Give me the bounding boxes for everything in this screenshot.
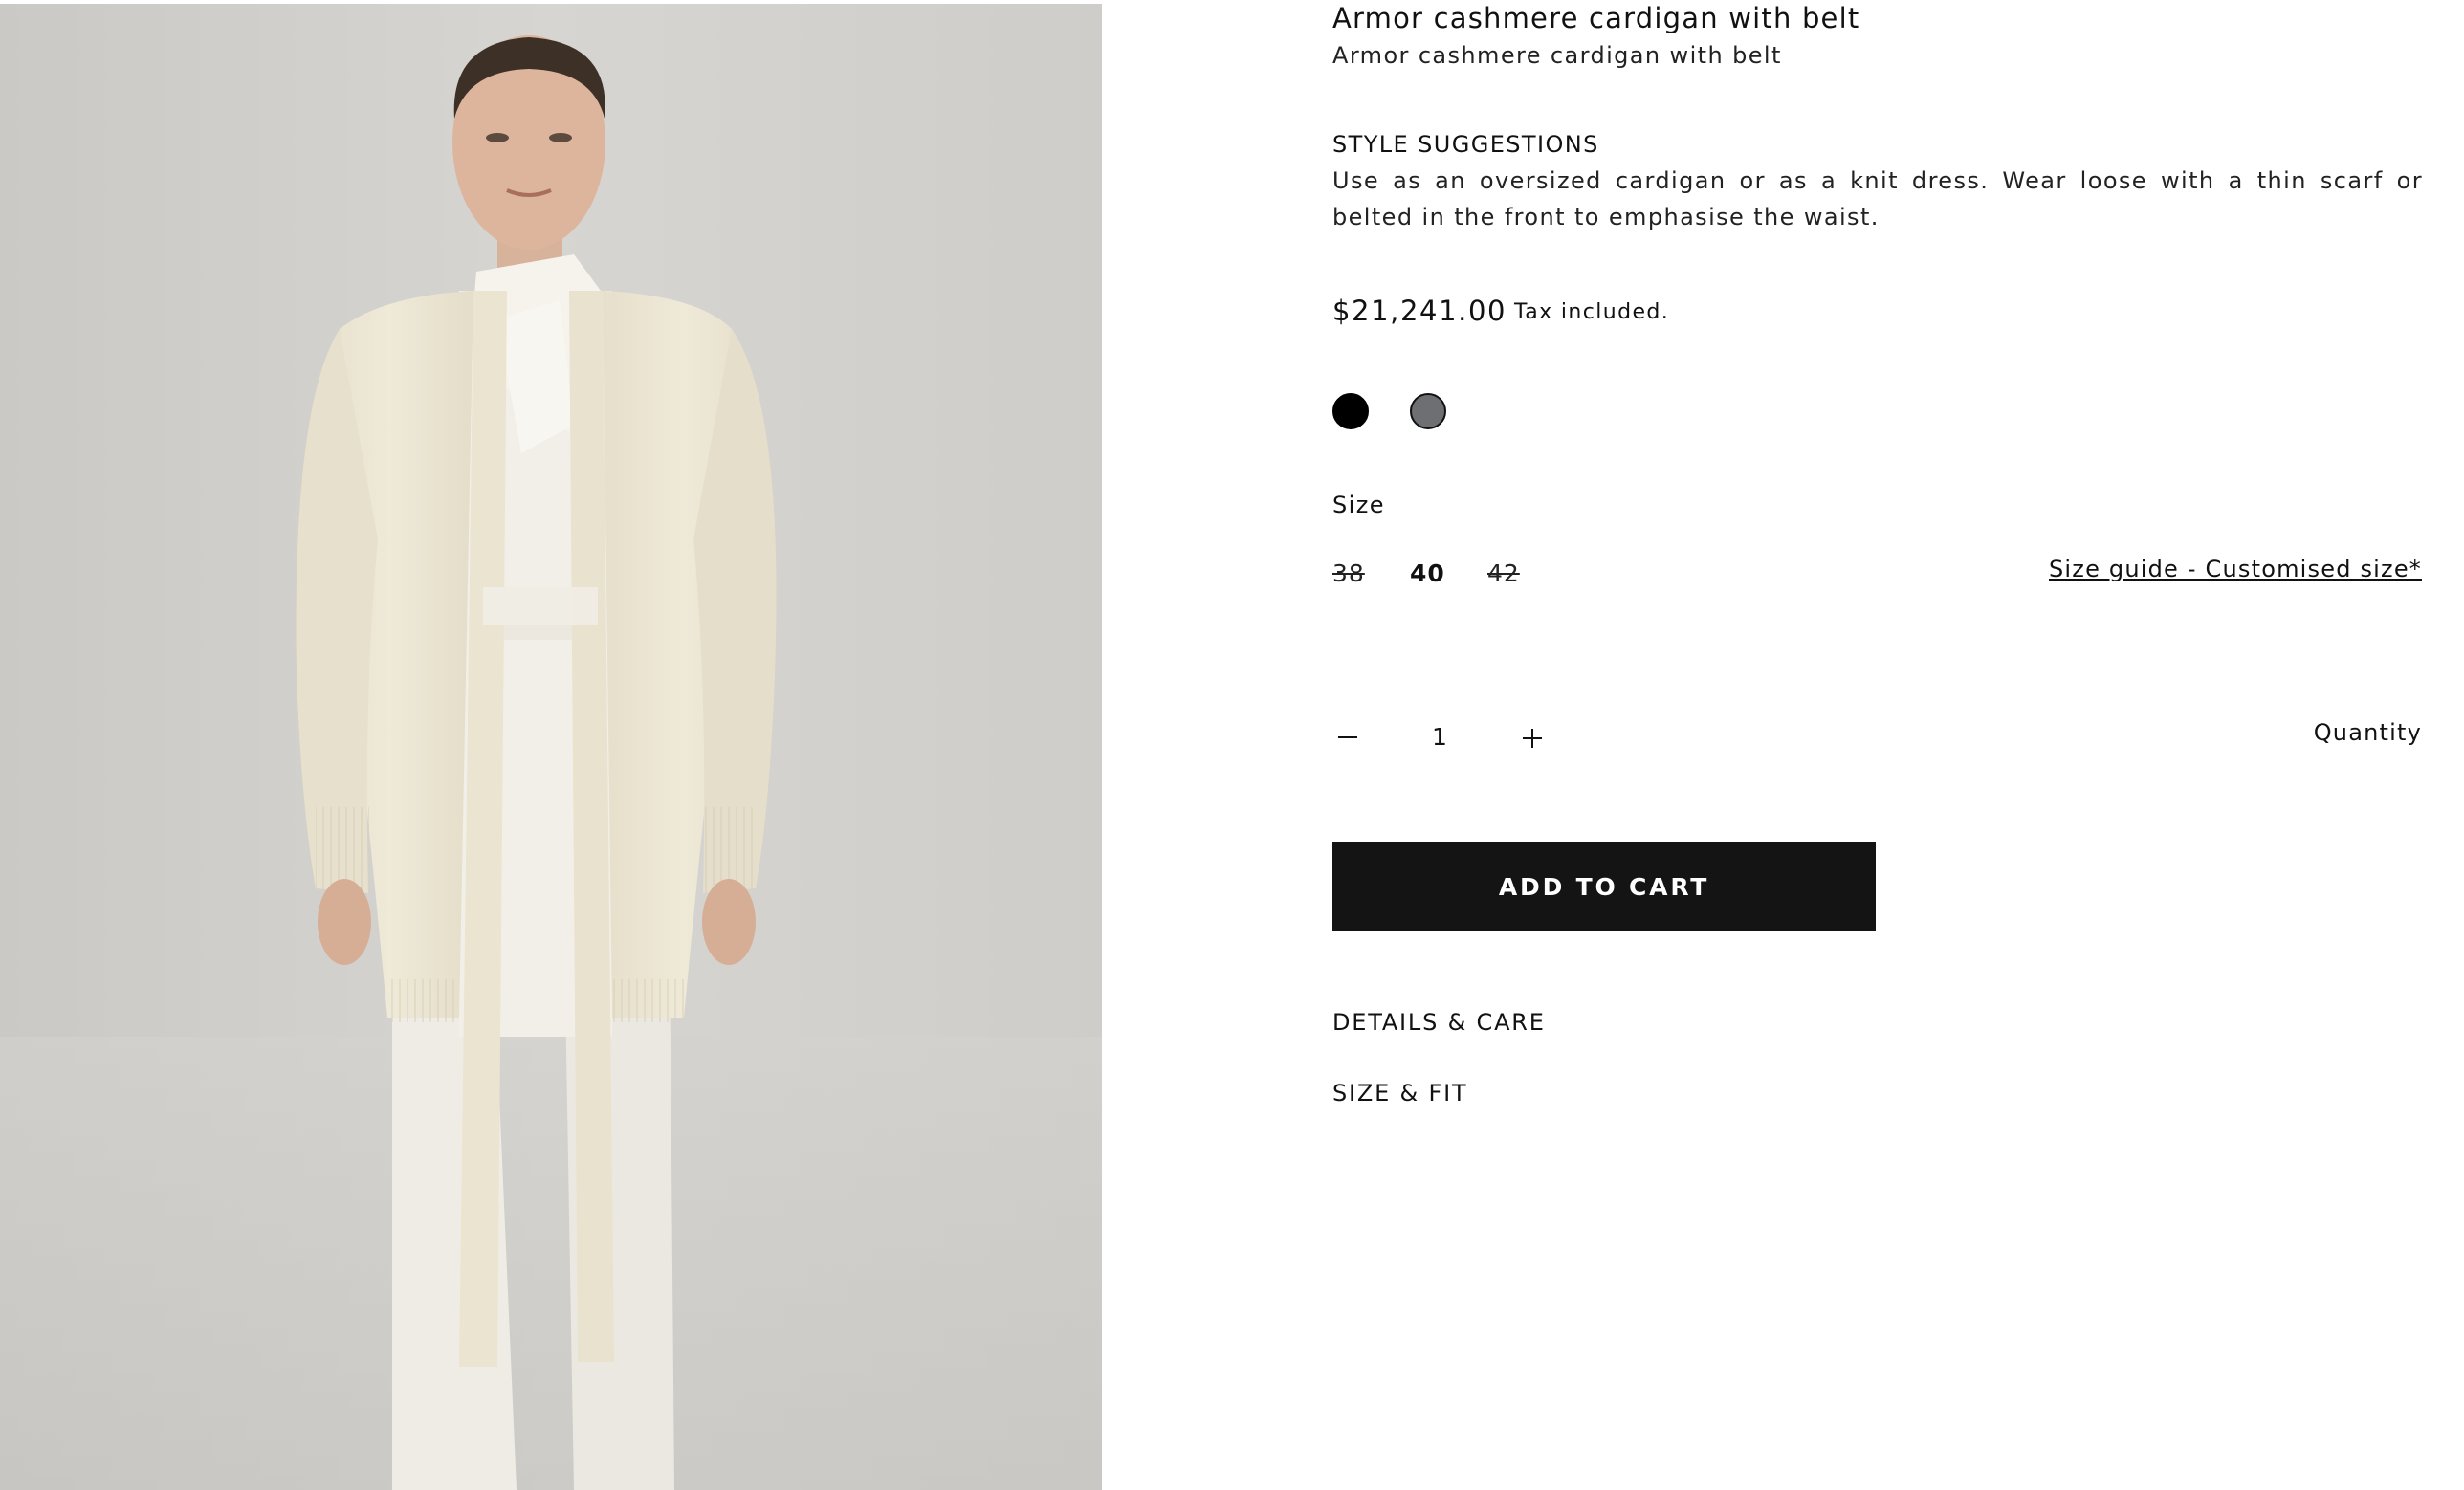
- size-option-42[interactable]: 42: [1487, 559, 1520, 587]
- size-guide-link[interactable]: Size guide - Customised size*: [2049, 556, 2422, 582]
- product-title: Armor cashmere cardigan with belt: [1332, 2, 1860, 34]
- quantity-input[interactable]: 1: [1432, 723, 1448, 751]
- color-swatch-grey[interactable]: [1410, 393, 1446, 429]
- product-subtitle: Armor cashmere cardigan with belt: [1332, 42, 1782, 69]
- details-care-accordion[interactable]: DETAILS & CARE: [1332, 1009, 1546, 1036]
- quantity-label: Quantity: [2313, 719, 2422, 746]
- add-to-cart-button[interactable]: ADD TO CART: [1332, 842, 1876, 931]
- style-suggestions-text: Use as an oversized cardigan or as a kni…: [1332, 167, 2423, 230]
- plus-icon[interactable]: [1521, 727, 1544, 750]
- model-photo: [0, 4, 1102, 1490]
- color-swatch-black[interactable]: [1332, 393, 1369, 429]
- size-fit-accordion[interactable]: SIZE & FIT: [1332, 1080, 1467, 1107]
- size-option-38[interactable]: 38: [1332, 559, 1365, 587]
- size-option-40[interactable]: 40: [1410, 559, 1445, 587]
- style-suggestions-heading: STYLE SUGGESTIONS: [1332, 131, 1599, 158]
- minus-icon[interactable]: [1336, 720, 1359, 749]
- tax-note: Tax included.: [1514, 300, 1670, 324]
- product-price: $21,241.00: [1332, 295, 1507, 327]
- product-image[interactable]: [0, 4, 1102, 1490]
- size-label: Size: [1332, 492, 1385, 518]
